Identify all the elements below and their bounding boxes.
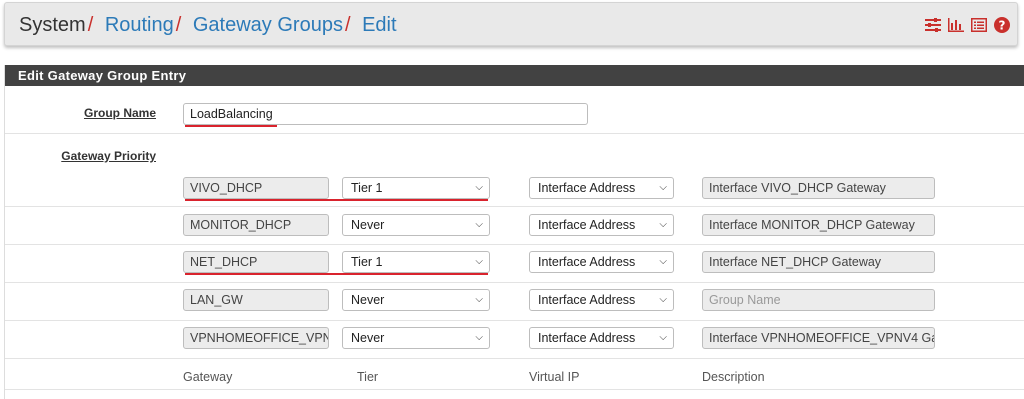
sliders-icon[interactable] xyxy=(924,16,942,34)
description-field[interactable]: Interface NET_DHCP Gateway xyxy=(702,251,935,273)
tier-select[interactable]: Never ⌵ xyxy=(342,214,490,236)
gateway-row: VPNHOMEOFFICE_VPN' Never ⌵ Interface Addr… xyxy=(5,321,1024,359)
virtual-ip-select[interactable]: Interface Address ⌵ xyxy=(529,177,674,199)
breadcrumb-root: System xyxy=(19,14,86,36)
toolbar: ? xyxy=(924,16,1011,34)
group-name-input[interactable]: LoadBalancing xyxy=(183,103,588,125)
breadcrumb-bar: System / Routing / Gateway Groups / Edit ? xyxy=(4,2,1018,46)
chevron-down-icon: ⌵ xyxy=(475,332,483,343)
description-field[interactable]: Interface VPNHOMEOFFICE_VPNV4 Gat xyxy=(702,327,935,349)
tier-select[interactable]: Never ⌵ xyxy=(342,289,490,311)
gateway-priority-label: Gateway Priority xyxy=(61,149,156,163)
annotation-underline xyxy=(185,199,488,201)
tier-value: Never xyxy=(351,331,385,345)
breadcrumb-routing[interactable]: Routing xyxy=(105,14,174,36)
description-field[interactable]: Interface MONITOR_DHCP Gateway xyxy=(702,214,935,236)
virtual-ip-value: Interface Address xyxy=(538,255,636,269)
virtual-ip-value: Interface Address xyxy=(538,331,636,345)
chevron-down-icon: ⌵ xyxy=(659,219,667,230)
column-virtual-ip: Virtual IP xyxy=(529,370,580,384)
help-icon[interactable]: ? xyxy=(993,16,1011,34)
gateway-row: VIVO_DHCP Tier 1 ⌵ Interface Address ⌵ Int… xyxy=(5,169,1024,207)
tier-value: Tier 1 xyxy=(351,181,383,195)
edit-gateway-group-panel: Edit Gateway Group Entry Group Name Load… xyxy=(4,65,1024,399)
virtual-ip-select[interactable]: Interface Address ⌵ xyxy=(529,251,674,273)
tier-select[interactable]: Never ⌵ xyxy=(342,327,490,349)
breadcrumb-separator: / xyxy=(87,14,94,36)
virtual-ip-select[interactable]: Interface Address ⌵ xyxy=(529,214,674,236)
chevron-down-icon: ⌵ xyxy=(475,256,483,267)
gateway-row: NET_DHCP Tier 1 ⌵ Interface Address ⌵ Inte… xyxy=(5,245,1024,283)
breadcrumb-gateway-groups[interactable]: Gateway Groups xyxy=(193,14,343,36)
annotation-underline xyxy=(185,125,277,127)
chevron-down-icon: ⌵ xyxy=(475,294,483,305)
breadcrumb-edit[interactable]: Edit xyxy=(362,14,396,36)
tier-value: Never xyxy=(351,218,385,232)
gateway-name-field: VPNHOMEOFFICE_VPN' xyxy=(183,327,329,349)
group-name-label: Group Name xyxy=(83,106,156,120)
tier-select[interactable]: Tier 1 ⌵ xyxy=(342,251,490,273)
chevron-down-icon: ⌵ xyxy=(659,332,667,343)
bar-chart-icon[interactable] xyxy=(947,16,965,34)
gateway-name-field: MONITOR_DHCP xyxy=(183,214,329,236)
column-description: Description xyxy=(702,370,765,384)
chevron-down-icon: ⌵ xyxy=(475,219,483,230)
column-header-row: Gateway Tier Virtual IP Description xyxy=(5,359,1024,390)
group-name-row: Group Name LoadBalancing xyxy=(5,86,1024,134)
gateway-row: LAN_GW Never ⌵ Interface Address ⌵ Group N… xyxy=(5,283,1024,321)
virtual-ip-value: Interface Address xyxy=(538,293,636,307)
list-icon[interactable] xyxy=(970,16,988,34)
virtual-ip-select[interactable]: Interface Address ⌵ xyxy=(529,289,674,311)
column-tier: Tier xyxy=(357,370,379,384)
tier-value: Tier 1 xyxy=(351,255,383,269)
chevron-down-icon: ⌵ xyxy=(659,294,667,305)
panel-title: Edit Gateway Group Entry xyxy=(5,65,1024,86)
svg-text:?: ? xyxy=(999,19,1006,33)
chevron-down-icon: ⌵ xyxy=(475,182,483,193)
tier-value: Never xyxy=(351,293,385,307)
gateway-row: MONITOR_DHCP Never ⌵ Interface Address ⌵ I… xyxy=(5,207,1024,245)
gateway-name-field: VIVO_DHCP xyxy=(183,177,329,199)
breadcrumb-separator: / xyxy=(175,14,182,36)
gateway-name-field: NET_DHCP xyxy=(183,251,329,273)
virtual-ip-select[interactable]: Interface Address ⌵ xyxy=(529,327,674,349)
gateway-name-field: LAN_GW xyxy=(183,289,329,311)
virtual-ip-value: Interface Address xyxy=(538,218,636,232)
virtual-ip-value: Interface Address xyxy=(538,181,636,195)
tier-select[interactable]: Tier 1 ⌵ xyxy=(342,177,490,199)
breadcrumb-separator: / xyxy=(344,14,351,36)
breadcrumb: System / Routing / Gateway Groups / Edit xyxy=(19,14,397,37)
description-field[interactable]: Interface VIVO_DHCP Gateway xyxy=(702,177,935,199)
gateway-priority-row: Gateway Priority xyxy=(5,134,1024,169)
chevron-down-icon: ⌵ xyxy=(659,182,667,193)
annotation-underline xyxy=(185,273,488,275)
chevron-down-icon: ⌵ xyxy=(659,256,667,267)
description-field[interactable]: Group Name xyxy=(702,289,935,311)
column-gateway: Gateway xyxy=(183,370,233,384)
